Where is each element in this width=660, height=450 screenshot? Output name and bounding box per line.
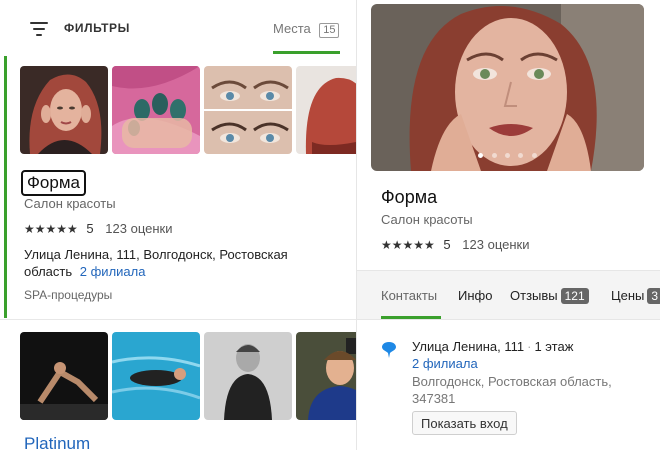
separator: · xyxy=(527,339,532,354)
prices-badge: 3 xyxy=(647,288,660,304)
photo-thumbnail[interactable] xyxy=(296,332,356,420)
detail-tabs: Контакты Инфо Отзывы 121 Цены 3 xyxy=(357,270,660,320)
tab-reviews-label: Отзывы xyxy=(510,288,558,303)
result-card-forma[interactable]: Форма Салон красоты ★★★★★ 5 123 оценки У… xyxy=(0,56,356,318)
gallery-dot[interactable] xyxy=(478,153,484,158)
filter-icon[interactable] xyxy=(30,22,48,36)
gallery-dot[interactable] xyxy=(505,153,510,158)
places-count-badge: 15 xyxy=(319,23,340,38)
photo-thumbnail[interactable] xyxy=(204,66,292,154)
photo-thumbnail[interactable] xyxy=(112,66,200,154)
tab-prices[interactable]: Цены 3 xyxy=(611,288,660,304)
location-pin-icon xyxy=(382,342,396,358)
star-rating-icon: ★★★★★ xyxy=(24,222,78,236)
detail-branches-link[interactable]: 2 филиала xyxy=(412,356,478,371)
filters-button[interactable]: ФИЛЬТРЫ xyxy=(64,21,130,35)
result-rating: ★★★★★ 5 123 оценки xyxy=(24,221,172,236)
result-card-platinum[interactable]: Platinum xyxy=(0,319,356,450)
photo-thumbnail[interactable] xyxy=(20,332,108,420)
detail-rating[interactable]: ★★★★★ 5 123 оценки xyxy=(381,237,529,252)
address-text: Улица Ленина, 111, Волгодонск, Ростовска… xyxy=(24,247,288,279)
detail-category: Салон красоты xyxy=(381,212,473,227)
reviews-count: 123 оценки xyxy=(105,221,173,236)
results-panel: ФИЛЬТРЫ Места 15 Форма Салон красоты ★★★… xyxy=(0,0,357,450)
photo-thumbnail[interactable] xyxy=(204,332,292,420)
tab-reviews[interactable]: Отзывы 121 xyxy=(510,288,589,304)
rating-value: 5 xyxy=(443,237,451,252)
tab-info[interactable]: Инфо xyxy=(458,288,492,303)
gallery-dot[interactable] xyxy=(531,153,537,158)
detail-address: Улица Ленина, 111 · 1 этаж xyxy=(412,339,573,354)
photo-thumbnail[interactable] xyxy=(296,66,356,154)
result-category: Салон красоты xyxy=(24,196,116,211)
detail-title: Форма xyxy=(381,187,438,207)
show-entrance-button[interactable]: Показать вход xyxy=(412,411,517,435)
detail-city: Волгодонск, Ростовская область, 347381 xyxy=(412,374,612,406)
reviews-badge: 121 xyxy=(560,288,589,304)
rating-value: 5 xyxy=(86,221,94,236)
places-label: Места xyxy=(273,21,311,36)
result-name[interactable]: Platinum xyxy=(24,434,90,450)
result-address: Улица Ленина, 111, Волгодонск, Ростовска… xyxy=(24,246,324,280)
selected-indicator xyxy=(4,56,7,318)
tab-prices-label: Цены xyxy=(611,288,645,303)
result-service: SPA-процедуры xyxy=(24,288,113,302)
filter-bar: ФИЛЬТРЫ Места 15 xyxy=(0,0,356,57)
gallery-dots xyxy=(371,145,644,163)
reviews-count: 123 оценки xyxy=(462,237,530,252)
tab-contacts[interactable]: Контакты xyxy=(381,288,437,303)
photo-thumbnail[interactable] xyxy=(20,66,108,154)
street-address: Улица Ленина, 111 xyxy=(412,339,525,354)
tab-places-underline xyxy=(273,51,340,54)
star-rating-icon: ★★★★★ xyxy=(381,238,435,252)
result-name[interactable]: Форма xyxy=(21,170,86,196)
photo-thumbnail[interactable] xyxy=(112,332,200,420)
tab-contacts-underline xyxy=(381,316,441,319)
gallery-dot[interactable] xyxy=(518,153,524,158)
detail-panel: Форма Салон красоты ★★★★★ 5 123 оценки К… xyxy=(357,0,660,450)
gallery-dot[interactable] xyxy=(491,153,497,158)
floor-info: 1 этаж xyxy=(534,339,574,354)
tab-places[interactable]: Места 15 xyxy=(273,20,340,54)
branches-link[interactable]: 2 филиала xyxy=(80,264,146,279)
photo-gallery[interactable] xyxy=(371,4,644,171)
